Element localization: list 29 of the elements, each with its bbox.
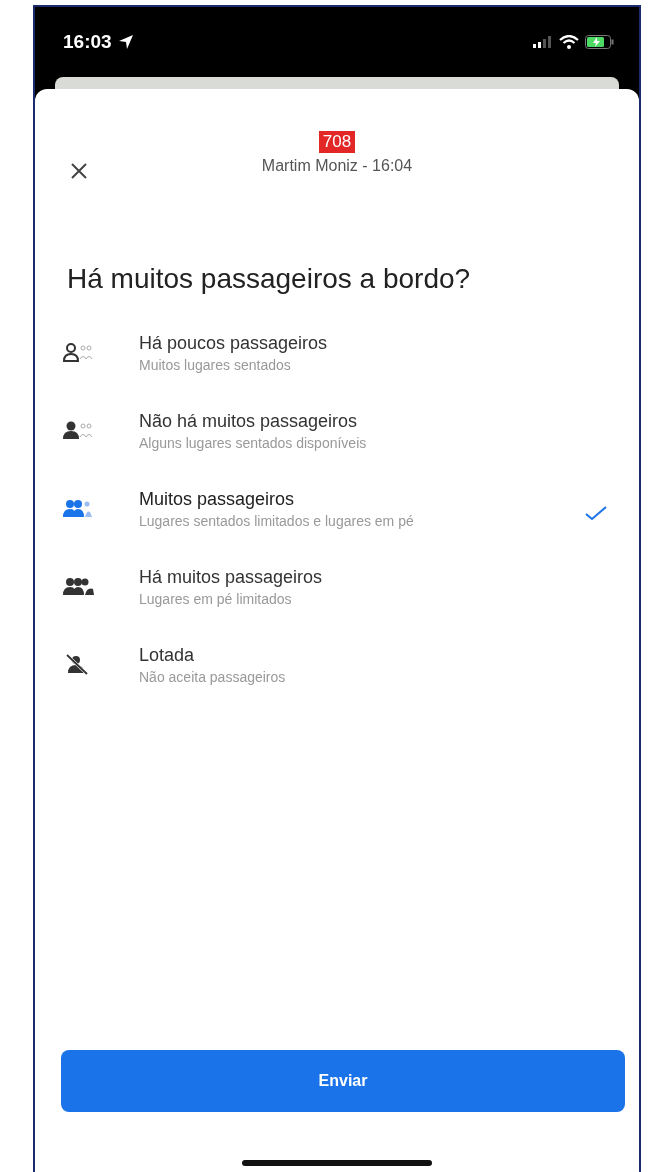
option-description: Lugares sentados limitados e lugares em pé	[139, 513, 415, 529]
trip-subtitle: Martim Moniz - 16:04	[261, 157, 413, 175]
option-row[interactable]: Lotada Não aceita passageiros	[35, 633, 639, 711]
check-icon	[585, 505, 607, 521]
person-outline-icon	[63, 341, 95, 363]
option-title: Há muitos passageiros	[139, 567, 324, 588]
submit-button[interactable]: Enviar	[61, 1050, 625, 1112]
option-title: Há poucos passageiros	[139, 333, 329, 354]
option-title: Lotada	[139, 645, 196, 666]
option-description: Muitos lugares sentados	[139, 357, 292, 373]
location-arrow-icon	[117, 34, 134, 50]
battery-charging-icon	[585, 35, 615, 49]
signal-icon	[533, 36, 553, 48]
status-time: 16:03	[63, 31, 112, 53]
person-icon	[63, 419, 95, 441]
option-title: Não há muitos passageiros	[139, 411, 359, 432]
option-title: Muitos passageiros	[139, 489, 296, 510]
wifi-icon	[559, 35, 579, 49]
option-description: Alguns lugares sentados disponíveis	[139, 435, 368, 451]
option-description: Lugares em pé limitados	[139, 591, 293, 607]
group-icon	[63, 575, 95, 597]
option-description: Não aceita passageiros	[139, 669, 287, 685]
route-badge: 708	[318, 131, 356, 153]
option-row[interactable]: Muitos passageiros Lugares sentados limitados e lugares em pé	[35, 477, 639, 555]
people-icon	[63, 497, 95, 519]
question-title: Há muitos passageiros a bordo?	[67, 263, 472, 295]
option-row[interactable]: Não há muitos passageiros Alguns lugares sentados disponíveis	[35, 399, 639, 477]
option-row[interactable]: Há poucos passageiros Muitos lugares sentados	[35, 321, 639, 399]
option-row[interactable]: Há muitos passageiros Lugares em pé limitados	[35, 555, 639, 633]
